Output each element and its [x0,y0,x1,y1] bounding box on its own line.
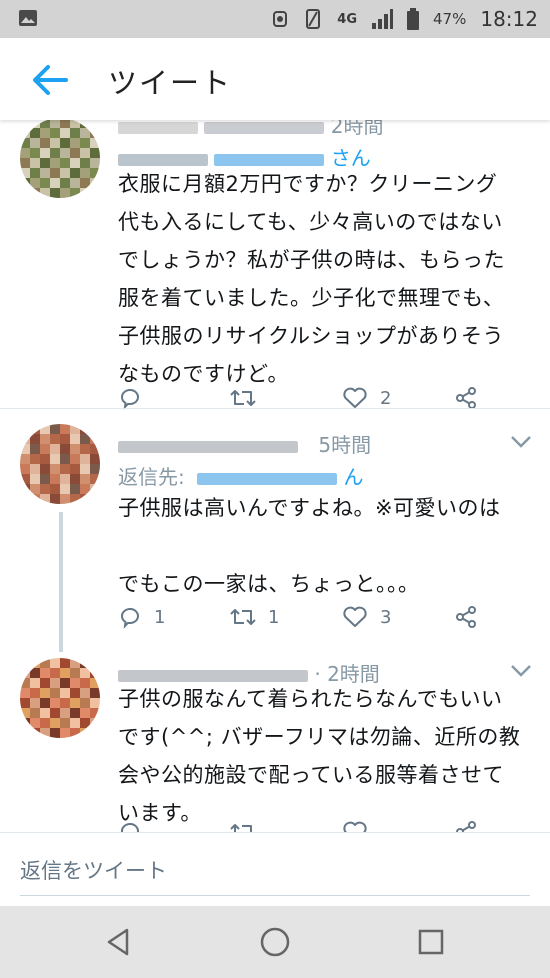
tweet-1-text: 衣服に月額2万円ですか？クリーニング 代も入るにしても、少々高いのではない でし… [118,172,505,386]
reply-icon [121,608,139,629]
tweet-1-time: 2時間 [330,120,384,138]
like-button[interactable] [342,820,368,832]
input-underline [20,895,530,896]
retweet-icon [230,824,252,832]
chevron-down-icon[interactable] [510,435,532,449]
reply-button[interactable]: 1 [118,605,165,629]
battery-icon [407,8,420,30]
reply-to-suffix[interactable]: ん [343,465,363,489]
battery-level: 47% [433,10,467,28]
tweet-3-actions [118,820,498,832]
like-icon [343,387,367,408]
retweet-button[interactable]: 1 [230,605,279,629]
image-notification-icon [19,10,37,26]
share-button[interactable] [454,605,478,629]
tweet-2-header: 5時間 [118,429,371,458]
reply-composer[interactable]: 返信をツイート [0,832,550,907]
like-icon [343,821,367,832]
retweet-icon [230,609,256,625]
tweet-feed[interactable]: 2時間 さん 衣服に月額2万円ですか？クリーニング 代も入るにしても、少々高いの… [0,120,550,832]
reply-button[interactable] [118,820,142,832]
status-bar: 4G 47% 18:12 [0,0,550,38]
like-icon [343,606,367,627]
clock: 18:12 [480,7,538,31]
avatar[interactable] [20,120,100,198]
avatar[interactable] [20,658,100,738]
tweet-1-header: 2時間 [118,120,383,139]
chevron-down-icon[interactable] [510,664,532,678]
avatar[interactable] [20,424,100,504]
like-button[interactable]: 2 [342,386,391,410]
app-bar: ツイート [0,38,550,120]
retweet-button[interactable] [230,820,256,832]
signal-icon [372,9,394,29]
nav-recents-icon[interactable] [415,926,447,958]
share-icon [456,821,476,832]
share-button[interactable] [454,386,478,410]
system-nav-bar [0,906,550,978]
tweet-2-text: 子供服は高いんですよね。※可愛いのは でもこの一家は、ちょっと。。。 [118,496,501,596]
nav-home-icon[interactable] [259,926,291,958]
network-type: 4G [337,11,358,27]
reply-input[interactable]: 返信をツイート [20,855,167,885]
back-arrow-icon[interactable] [30,62,70,98]
reply-icon [121,389,139,410]
tweet-3-text: 子供の服なんて着られたらなんでもいい です(^^; バザーフリマは勿論、近所の教… [118,687,521,825]
tweet-2[interactable]: 5時間 返信先: ん 子供服は高いんですよね。※可愛いのは でもこの一家は、ちょ… [0,409,550,649]
reply-to-label: 返信先: [118,465,185,489]
nav-back-icon[interactable] [103,926,135,958]
retweet-button[interactable] [230,386,268,410]
alarm-icon [273,11,288,27]
share-button[interactable] [454,820,478,832]
reply-icon [121,823,139,832]
tweet-1[interactable]: 2時間 さん 衣服に月額2万円ですか？クリーニング 代も入るにしても、少々高いの… [0,120,550,410]
tweet-2-actions: 1 1 3 [118,605,498,635]
share-icon [456,387,476,409]
retweet-icon [230,390,256,406]
tweet-2-time: 5時間 [318,433,372,457]
like-button[interactable]: 3 [342,605,391,629]
tweet-2-reply-to: 返信先: ん [118,461,363,490]
page-title: ツイート [108,66,233,100]
vibrate-icon [306,9,321,29]
share-icon [456,606,476,628]
reply-button[interactable] [118,386,154,410]
tweet-3[interactable]: · 2時間 子供の服なんて着られたらなんでもいい です(^^; バザーフリマは勿… [0,644,550,832]
